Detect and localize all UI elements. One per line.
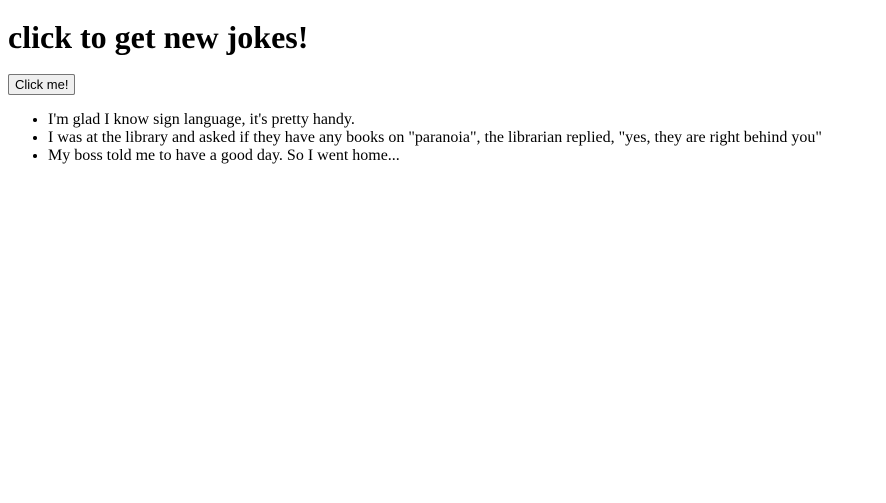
jokes-list: I'm glad I know sign language, it's pret… <box>8 111 878 165</box>
joke-item: I was at the library and asked if they h… <box>48 129 878 147</box>
joke-item: I'm glad I know sign language, it's pret… <box>48 111 878 129</box>
joke-item: My boss told me to have a good day. So I… <box>48 147 878 165</box>
page-title: click to get new jokes! <box>8 19 309 55</box>
new-jokes-button[interactable]: Click me! <box>8 74 76 95</box>
